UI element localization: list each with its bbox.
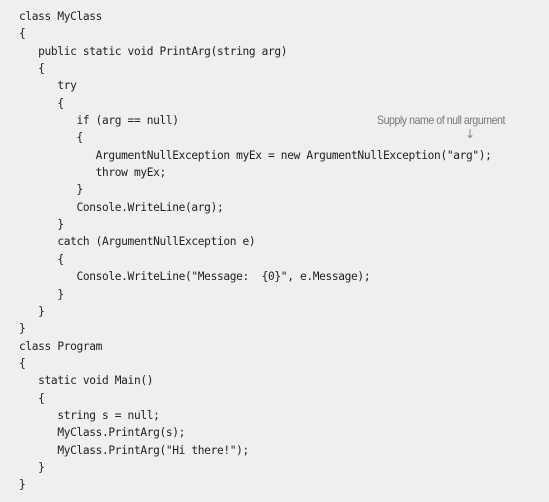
code-line: { — [19, 391, 45, 405]
code-line: static void Main() — [19, 374, 154, 388]
code-line: string s = null; — [19, 408, 160, 422]
code-line: MyClass.PrintArg(s); — [19, 426, 186, 440]
code-line: class Program — [19, 339, 103, 353]
code-line: { — [19, 252, 64, 266]
down-arrow-icon: ↓ — [465, 127, 476, 141]
code-line: { — [19, 96, 64, 110]
code-line: try — [19, 79, 77, 93]
code-line: Console.WriteLine("Message: {0}", e.Mess… — [19, 270, 371, 284]
code-line: } — [19, 322, 26, 336]
code-line: } — [19, 287, 64, 301]
code-line: class MyClass — [19, 10, 103, 23]
code-line: } — [19, 304, 45, 318]
code-line: ArgumentNullException myEx = new Argumen… — [19, 148, 492, 162]
code-line: } — [19, 478, 26, 492]
code-line: MyClass.PrintArg("Hi there!"); — [19, 443, 249, 457]
code-line: catch (ArgumentNullException e) — [19, 235, 256, 249]
code-line: { — [19, 27, 26, 41]
code-listing: class MyClass { public static void Print… — [19, 8, 492, 494]
code-line: } — [19, 183, 83, 197]
code-line: public static void PrintArg(string arg) — [19, 44, 288, 58]
code-line: } — [19, 460, 45, 474]
code-line: { — [19, 356, 26, 370]
code-line: } — [19, 218, 64, 232]
code-line: { — [19, 131, 83, 145]
annotation-label: Supply name of null argument — [377, 113, 505, 127]
code-line: { — [19, 62, 45, 76]
code-line: Console.WriteLine(arg); — [19, 200, 224, 214]
code-line: throw myEx; — [19, 166, 167, 180]
